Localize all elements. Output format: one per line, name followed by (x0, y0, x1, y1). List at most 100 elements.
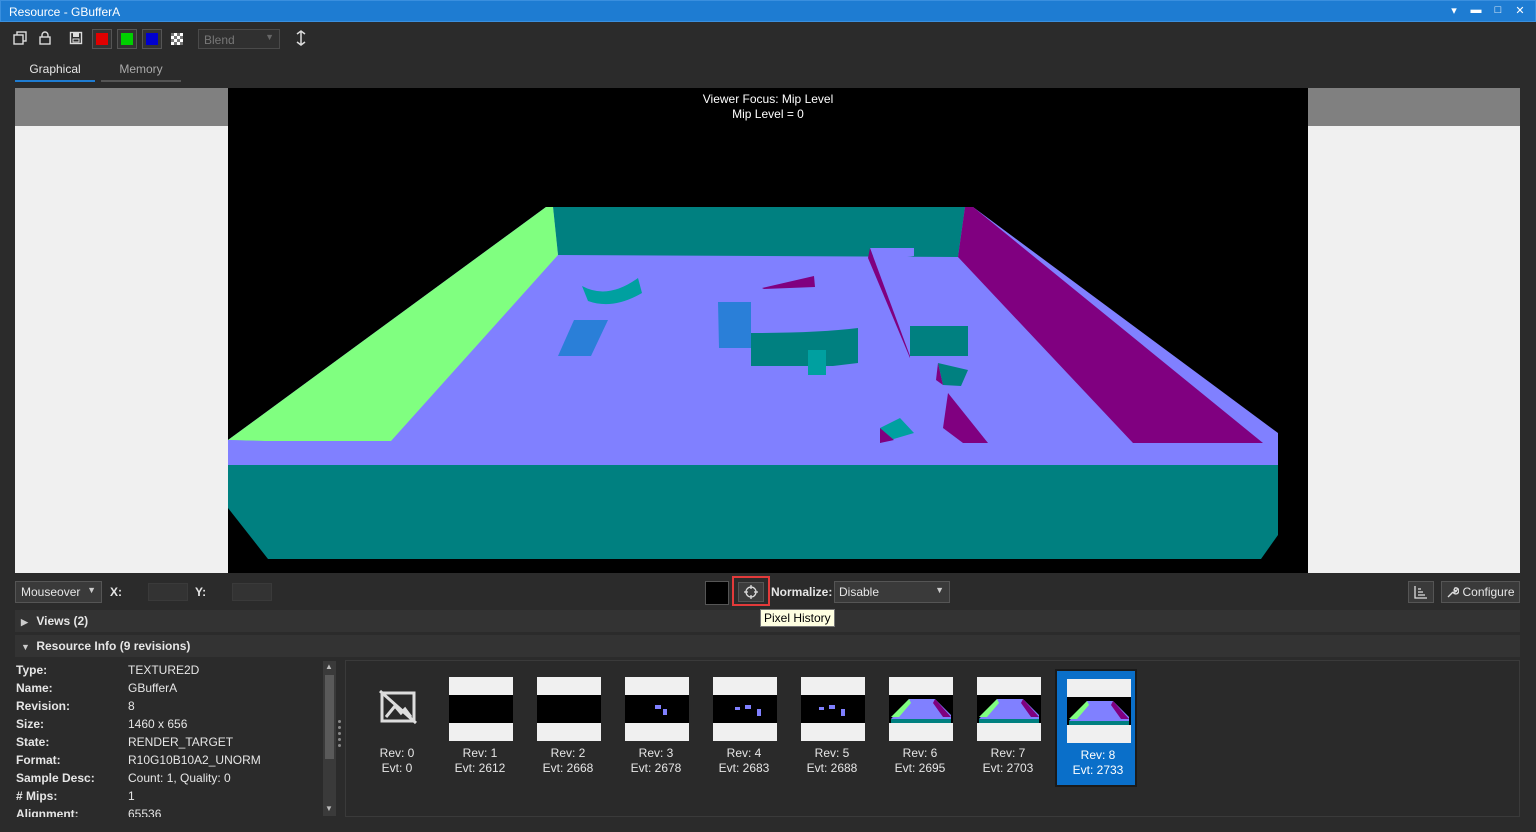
close-icon[interactable]: ✕ (1513, 4, 1527, 17)
no-image-icon (379, 689, 417, 725)
window-title: Resource - GBufferA (9, 5, 121, 19)
mouseover-value: Mouseover (21, 585, 81, 599)
flip-vertical-icon[interactable] (291, 28, 311, 48)
info-key: Type: (16, 663, 48, 677)
revision-label: Rev: 6 (902, 746, 938, 760)
info-row: Size: 1460 x 656 (15, 717, 325, 735)
info-value: 8 (128, 699, 135, 713)
splitter-grip[interactable] (338, 720, 342, 756)
revision-event: Evt: 2688 (806, 761, 858, 775)
info-row: Name: GBufferA (15, 681, 325, 699)
tab-graphical[interactable]: Graphical (15, 58, 95, 82)
revision-item[interactable]: Rev: 1 Evt: 2612 (439, 669, 521, 787)
scrollbar-thumb[interactable] (325, 675, 334, 759)
info-value: 65536 (128, 807, 162, 817)
info-value: RENDER_TARGET (128, 735, 234, 749)
revision-caption: Rev: 2 Evt: 2668 (527, 746, 609, 776)
pixel-history-inner[interactable] (738, 582, 764, 602)
revision-event: Evt: 2703 (982, 761, 1034, 775)
revision-thumbnail (801, 677, 865, 741)
revision-item[interactable]: Rev: 3 Evt: 2678 (615, 669, 697, 787)
revision-event: Evt: 0 (381, 761, 413, 775)
revision-thumbnail (713, 677, 777, 741)
revision-item[interactable]: Rev: 5 Evt: 2688 (791, 669, 873, 787)
revision-event: Evt: 2733 (1072, 763, 1124, 777)
alpha-checker-icon[interactable] (167, 29, 187, 49)
revision-label: Rev: 8 (1080, 748, 1116, 762)
normalize-select[interactable]: Disable ▼ (834, 581, 950, 603)
revision-label: Rev: 1 (462, 746, 498, 760)
pixel-history-button[interactable] (732, 576, 770, 606)
x-label: X: (110, 585, 122, 599)
red-channel-toggle[interactable] (92, 29, 112, 49)
revision-item[interactable]: Rev: 0 Evt: 0 (356, 669, 438, 787)
revision-event: Evt: 2683 (718, 761, 770, 775)
info-row: Type: TEXTURE2D (15, 663, 325, 681)
info-key: Revision: (16, 699, 71, 713)
dropdown-icon[interactable]: ▾ (1447, 4, 1461, 17)
info-row: Alignment: 65536 (15, 807, 325, 817)
info-key: State: (16, 735, 50, 749)
info-value: 1460 x 656 (128, 717, 188, 731)
revision-event: Evt: 2668 (542, 761, 594, 775)
gbuffer-render (228, 207, 1278, 559)
info-row: # Mips: 1 (15, 789, 325, 807)
info-row: Revision: 8 (15, 699, 325, 717)
revision-label: Rev: 3 (638, 746, 674, 760)
maximize-icon[interactable]: □ (1491, 4, 1505, 17)
chevron-down-icon: ▼ (265, 32, 274, 42)
revision-item[interactable]: Rev: 6 Evt: 2695 (879, 669, 961, 787)
revision-caption: Rev: 3 Evt: 2678 (615, 746, 697, 776)
revision-caption: Rev: 5 Evt: 2688 (791, 746, 873, 776)
blend-value: Blend (204, 33, 235, 47)
revision-caption: Rev: 8 Evt: 2733 (1057, 748, 1139, 778)
blue-channel-toggle[interactable] (142, 29, 162, 49)
configure-label: Configure (1462, 585, 1515, 599)
revision-event: Evt: 2678 (630, 761, 682, 775)
lock-icon[interactable] (35, 28, 55, 48)
revision-thumbnail (625, 677, 689, 741)
tab-memory[interactable]: Memory (101, 58, 181, 82)
revision-item[interactable]: Rev: 2 Evt: 2668 (527, 669, 609, 787)
status-row: Mouseover ▼ X: Y: Pixel History Normaliz… (0, 576, 1536, 627)
revision-item[interactable]: Rev: 4 Evt: 2683 (703, 669, 785, 787)
resource-info-section-title: Resource Info (9 revisions) (36, 639, 191, 653)
x-field (148, 583, 188, 601)
copy-icon[interactable] (10, 28, 30, 48)
chevron-down-icon: ▼ (21, 642, 30, 652)
scroll-up-icon[interactable]: ▲ (325, 662, 333, 671)
info-key: Alignment: (16, 807, 79, 817)
blend-select[interactable]: Blend ▼ (198, 29, 280, 49)
info-key: # Mips: (16, 789, 58, 803)
viewer-focus-overlay: Viewer Focus: Mip Level Mip Level = 0 (228, 92, 1308, 122)
info-value: 1 (128, 789, 135, 803)
resource-info-section-header[interactable]: ▼ Resource Info (9 revisions) (15, 635, 1520, 657)
texture-canvas[interactable]: Viewer Focus: Mip Level Mip Level = 0 (228, 88, 1308, 573)
texture-viewer[interactable]: Viewer Focus: Mip Level Mip Level = 0 (15, 88, 1520, 573)
revision-caption: Rev: 6 Evt: 2695 (879, 746, 961, 776)
revision-event: Evt: 2695 (894, 761, 946, 775)
info-scrollbar[interactable]: ▲ ▼ (323, 661, 336, 816)
revision-item-selected[interactable]: Rev: 8 Evt: 2733 (1055, 669, 1137, 787)
info-key: Sample Desc: (16, 771, 95, 785)
configure-button[interactable]: Configure (1441, 581, 1520, 603)
resource-info-panel: Type: TEXTURE2D Name: GBufferA Revision: 8 … (15, 660, 340, 817)
info-value: TEXTURE2D (128, 663, 200, 677)
revision-caption: Rev: 7 Evt: 2703 (967, 746, 1049, 776)
green-channel-toggle[interactable] (117, 29, 137, 49)
info-key: Format: (16, 753, 61, 767)
revision-caption: Rev: 0 Evt: 0 (356, 746, 438, 776)
scroll-down-icon[interactable]: ▼ (325, 804, 333, 813)
info-value: Count: 1, Quality: 0 (128, 771, 231, 785)
revision-label: Rev: 4 (726, 746, 762, 760)
revision-label: Rev: 5 (814, 746, 850, 760)
window-controls: ▾ ▬ □ ✕ (1447, 4, 1527, 17)
minimize-icon[interactable]: ▬ (1469, 4, 1483, 17)
revision-item[interactable]: Rev: 7 Evt: 2703 (967, 669, 1049, 787)
info-key: Name: (16, 681, 53, 695)
mouseover-select[interactable]: Mouseover ▼ (15, 581, 102, 603)
histogram-button[interactable] (1408, 581, 1434, 603)
revision-label: Rev: 2 (550, 746, 586, 760)
focus-line-1: Viewer Focus: Mip Level (702, 92, 834, 106)
save-icon[interactable] (66, 28, 86, 48)
